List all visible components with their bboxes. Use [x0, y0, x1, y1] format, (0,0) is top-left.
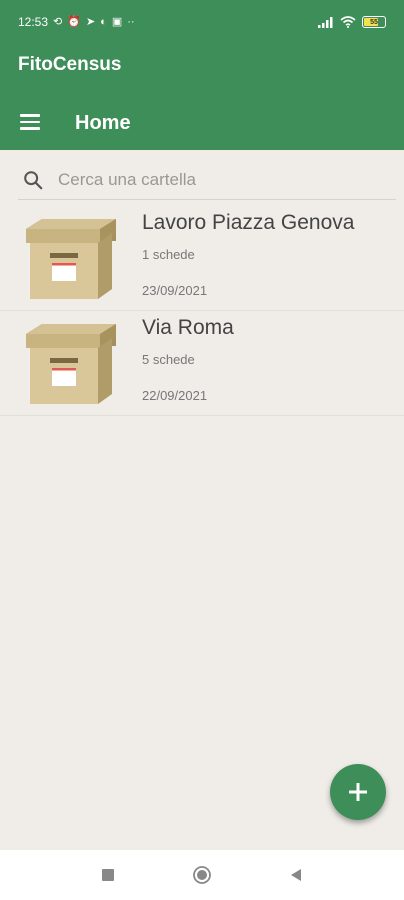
alarm-icon: ⏰: [67, 15, 81, 28]
status-left: 12:53 ⟲ ⏰ ➤ ◐ ▣ ··: [18, 15, 135, 29]
page-title: Home: [75, 112, 131, 134]
add-folder-button[interactable]: [330, 764, 386, 820]
menu-line: [20, 120, 40, 124]
app-title: FitoCensus: [18, 54, 122, 75]
folder-name: Via Roma: [142, 316, 234, 339]
square-icon: [102, 869, 114, 881]
search-icon: [24, 170, 43, 189]
nav-recents-button[interactable]: [96, 863, 120, 887]
status-time: 12:53: [18, 15, 49, 29]
archive-box-icon: [26, 219, 116, 299]
sync-off-icon: ⟲: [53, 15, 63, 28]
folder-date: 22/09/2021: [142, 388, 208, 403]
signal-icon: [318, 17, 333, 28]
archive-box-icon: [26, 324, 116, 404]
folder-date: 23/09/2021: [142, 283, 208, 298]
circle-icon: [193, 866, 211, 884]
menu-line: [20, 127, 40, 130]
instagram-icon: ▣: [111, 15, 123, 28]
nav-home-button[interactable]: [190, 863, 214, 887]
status-right: 55: [318, 16, 386, 28]
plus-icon: [349, 783, 367, 801]
app-bar: FitoCensus Home: [0, 44, 404, 150]
folder-count: 1 schede: [142, 247, 195, 262]
app-notification-icon: ◐: [100, 15, 107, 28]
telegram-icon: ➤: [85, 15, 96, 28]
battery-icon: 55: [362, 16, 386, 28]
search-bar[interactable]: [18, 160, 396, 200]
folder-list-item[interactable]: Via Roma 5 schede 22/09/2021: [0, 312, 404, 416]
status-bar: 12:53 ⟲ ⏰ ➤ ◐ ▣ ·· 55: [0, 0, 404, 44]
nav-back-button[interactable]: [284, 863, 308, 887]
search-input[interactable]: [58, 169, 358, 190]
wifi-icon: [340, 16, 356, 28]
triangle-back-icon: [291, 869, 301, 881]
folder-count: 5 schede: [142, 352, 195, 367]
menu-line: [20, 114, 40, 117]
folder-list-item[interactable]: Lavoro Piazza Genova 1 schede 23/09/2021: [0, 207, 404, 311]
system-nav-bar: [0, 850, 404, 900]
hamburger-menu-icon[interactable]: [14, 106, 46, 138]
more-notifications-icon: ··: [127, 15, 135, 28]
folder-name: Lavoro Piazza Genova: [142, 211, 355, 234]
battery-level: 55: [370, 18, 378, 26]
